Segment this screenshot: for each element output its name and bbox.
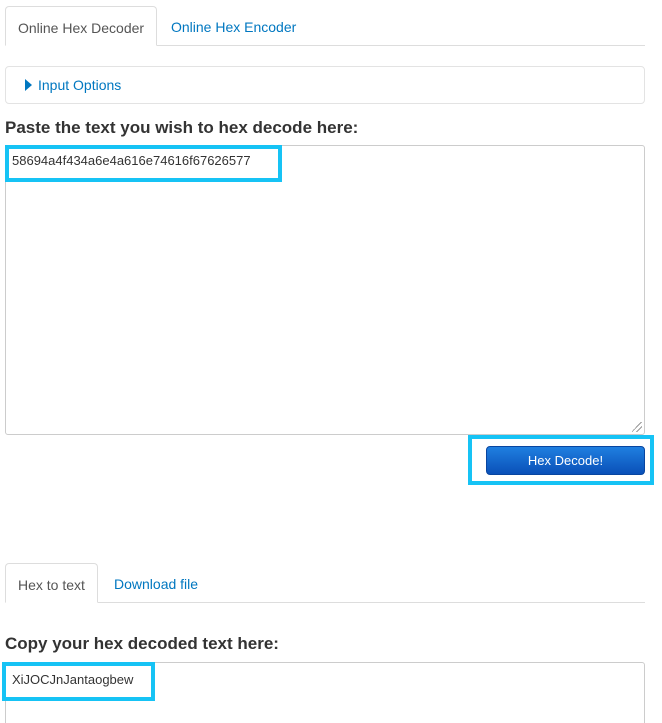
resize-grip-icon[interactable] <box>632 422 642 432</box>
input-options-toggle[interactable]: Input Options <box>38 77 121 93</box>
output-heading: Copy your hex decoded text here: <box>5 634 279 653</box>
hex-decoder-page: Online Hex Decoder Online Hex Encoder In… <box>0 0 662 723</box>
caret-right-icon <box>25 79 32 91</box>
input-heading: Paste the text you wish to hex decode he… <box>5 118 359 137</box>
tab-online-hex-decoder[interactable]: Online Hex Decoder <box>5 6 158 46</box>
input-options-panel[interactable]: Input Options <box>5 66 645 104</box>
decoded-output-value: XiJOCJnJantaogbew <box>12 672 134 687</box>
tab-online-hex-encoder[interactable]: Online Hex Encoder <box>171 6 296 45</box>
top-tab-bar: Online Hex Decoder Online Hex Encoder <box>5 6 645 46</box>
output-tab-bar: Hex to text Download file <box>5 563 645 603</box>
hex-input-value: 58694a4f434a6e4a616e74616f67626577 <box>12 153 251 168</box>
decoded-output-textarea[interactable]: XiJOCJnJantaogbew <box>5 662 645 723</box>
hex-input-textarea[interactable]: 58694a4f434a6e4a616e74616f67626577 <box>5 145 645 435</box>
tab-download-file[interactable]: Download file <box>114 563 198 602</box>
hex-decode-button[interactable]: Hex Decode! <box>486 446 645 475</box>
tab-hex-to-text[interactable]: Hex to text <box>5 563 98 603</box>
